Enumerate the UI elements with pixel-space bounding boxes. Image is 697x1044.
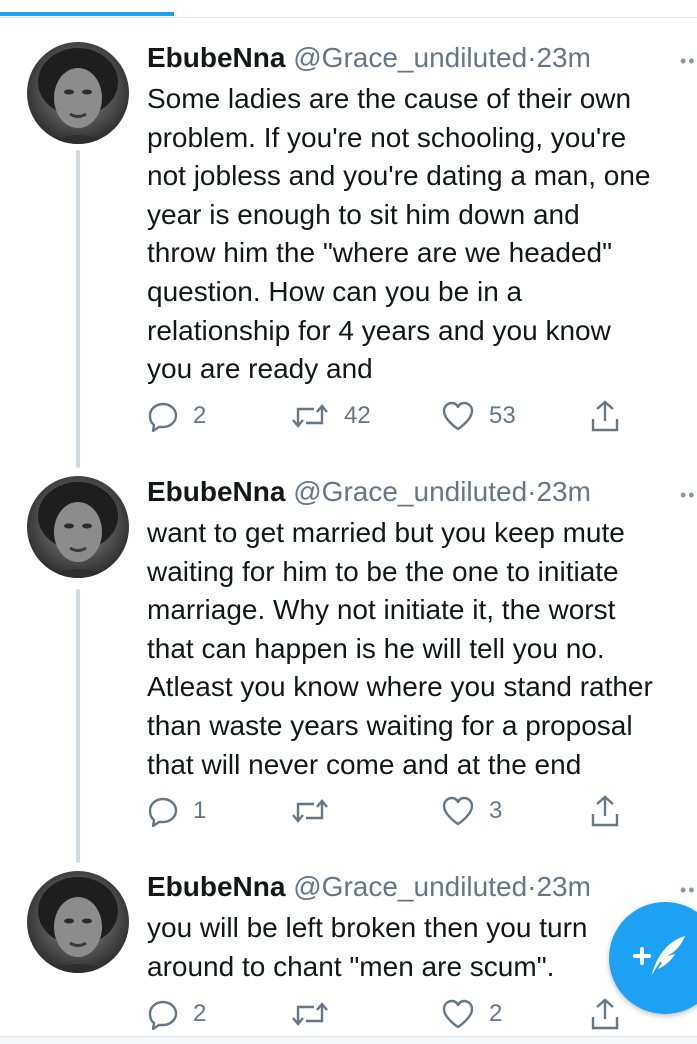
tweet-header: EbubeNna @Grace_undiluted·23m — [147, 476, 591, 508]
timestamp[interactable]: 23m — [536, 871, 590, 902]
more-icon[interactable]: •• — [680, 486, 697, 504]
heart-icon — [442, 401, 474, 431]
like-count: 53 — [489, 402, 516, 429]
thread-page: EbubeNna @Grace_undiluted·23m •• Some la… — [0, 0, 697, 1044]
tweet-text: Some ladies are the cause of their own p… — [147, 83, 651, 385]
thread-line — [76, 150, 80, 468]
tab-indicator — [0, 12, 174, 16]
thread-line — [76, 589, 80, 863]
reply-icon — [148, 402, 178, 432]
avatar[interactable] — [27, 871, 129, 973]
bottom-bar — [0, 1036, 697, 1044]
tweet-text: want to get married but you keep mute wa… — [147, 517, 653, 780]
timestamp[interactable]: 23m — [536, 476, 590, 507]
tweet-actions: 2 2 — [147, 994, 647, 1034]
retweet-button[interactable]: 42 — [290, 396, 371, 436]
reply-icon — [148, 797, 178, 827]
like-button[interactable]: 53 — [441, 396, 516, 436]
avatar[interactable] — [27, 42, 129, 144]
like-button[interactable]: 3 — [441, 791, 502, 831]
share-button[interactable] — [589, 396, 621, 436]
retweet-count: 42 — [344, 402, 371, 429]
avatar[interactable] — [27, 476, 129, 578]
share-icon — [591, 998, 619, 1030]
reply-icon — [148, 1000, 178, 1030]
share-button[interactable] — [589, 994, 621, 1034]
user-handle[interactable]: @Grace_undiluted — [293, 871, 527, 902]
reply-count: 2 — [193, 1000, 207, 1027]
reply-button[interactable]: 1 — [147, 791, 206, 831]
display-name[interactable]: EbubeNna — [147, 871, 285, 902]
like-count: 2 — [489, 1000, 503, 1027]
reply-button[interactable]: 2 — [147, 396, 206, 436]
user-handle[interactable]: @Grace_undiluted — [293, 42, 527, 73]
timestamp[interactable]: 23m — [536, 42, 590, 73]
like-button[interactable]: 2 — [441, 994, 502, 1034]
share-button[interactable] — [589, 791, 621, 831]
top-divider — [0, 17, 697, 18]
share-icon — [591, 400, 619, 432]
display-name[interactable]: EbubeNna — [147, 42, 285, 73]
retweet-button[interactable] — [290, 791, 344, 831]
like-count: 3 — [489, 797, 503, 824]
reply-count: 2 — [193, 402, 207, 429]
tweet-actions: 1 3 — [147, 791, 647, 831]
retweet-icon — [292, 799, 328, 823]
retweet-icon — [292, 404, 328, 428]
tweet-actions: 2 42 53 — [147, 396, 647, 436]
retweet-icon — [292, 1002, 328, 1026]
share-icon — [591, 795, 619, 827]
reply-count: 1 — [193, 797, 207, 824]
display-name[interactable]: EbubeNna — [147, 476, 285, 507]
reply-button[interactable]: 2 — [147, 994, 206, 1034]
compose-tweet-icon — [633, 936, 685, 979]
retweet-button[interactable] — [290, 994, 344, 1034]
tweet-header: EbubeNna @Grace_undiluted·23m — [147, 42, 591, 74]
heart-icon — [442, 999, 474, 1029]
more-icon[interactable]: •• — [680, 52, 697, 70]
heart-icon — [442, 796, 474, 826]
tweet-header: EbubeNna @Grace_undiluted·23m — [147, 871, 591, 903]
more-icon[interactable]: •• — [680, 881, 697, 899]
user-handle[interactable]: @Grace_undiluted — [293, 476, 527, 507]
